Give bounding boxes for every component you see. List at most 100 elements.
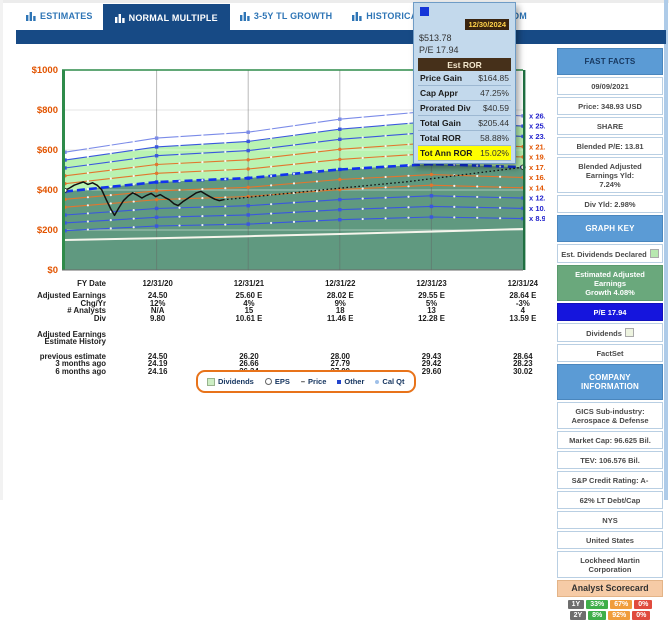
bar-chart-icon: [115, 14, 125, 23]
scorecard-badge: 8%: [588, 611, 606, 620]
svg-text:x 26.91: x 26.91: [529, 111, 545, 120]
company-info-tev: TEV: 106.576 Bil.: [557, 451, 663, 469]
tooltip-pe: P/E 17.94: [418, 44, 511, 56]
graph-key-est-dividends: Est. Dividends Declared: [557, 244, 663, 263]
table-row: # AnalystsN/A1518134: [0, 307, 575, 314]
svg-text:x 8.97: x 8.97: [529, 214, 545, 223]
tooltip-price: $513.78: [418, 32, 511, 44]
graph-key-earnings-growth: Estimated Adjusted Earnings Growth 4.08%: [557, 265, 663, 301]
scorecard-row: 2Y8%92%0%: [557, 610, 663, 621]
company-info-header: COMPANY INFORMATION: [557, 364, 663, 400]
table-row-label: 6 months ago: [0, 368, 112, 375]
company-info-country: United States: [557, 531, 663, 549]
tooltip-row: Prorated Div $40.59: [418, 101, 511, 116]
scorecard-badge: 67%: [610, 600, 632, 609]
tab-estimates[interactable]: ESTIMATES: [16, 4, 103, 27]
scrollbar[interactable]: [664, 0, 668, 500]
tooltip-date-badge: 12/30/2024: [465, 19, 509, 30]
calqt-dot-icon: [375, 380, 379, 384]
company-info-name: Lockheed Martin Corporation: [557, 551, 663, 578]
graph-key-dividends: Dividends: [557, 323, 663, 342]
fast-facts-div-yld: Div Yld: 2.98%: [557, 195, 663, 213]
blended-yield-line2: Earnings Yld:: [560, 171, 660, 180]
hover-point-marker-icon: [420, 7, 429, 16]
svg-text:$400: $400: [37, 185, 58, 196]
fast-facts-blended-pe: Blended P/E: 13.81: [557, 137, 663, 155]
table-row-label: Div: [0, 315, 112, 322]
dividends-swatch-icon: [207, 378, 215, 386]
est-dividends-label: Est. Dividends Declared: [561, 250, 646, 259]
tooltip-row-value: $164.85: [478, 73, 509, 83]
tab-normal-multiple[interactable]: NORMAL MULTIPLE: [103, 4, 230, 41]
table-cell: 12/31/20: [112, 280, 203, 287]
blended-yield-line1: Blended Adjusted: [560, 162, 660, 171]
table-row-label: FY Date: [0, 280, 112, 287]
svg-text:$600: $600: [37, 145, 58, 156]
legend-item-cal-qt[interactable]: Cal Qt: [375, 377, 404, 386]
gics-line2: Aerospace & Defense: [560, 416, 660, 425]
table-cell: 24.16: [112, 368, 203, 375]
company-info-market-cap: Market Cap: 96.625 Bil.: [557, 431, 663, 449]
chart-hover-tooltip: 12/30/2024 $513.78 P/E 17.94 Est ROR Pri…: [413, 2, 516, 164]
chart-legend: Dividends EPS –Price Other Cal Qt: [196, 370, 416, 393]
gics-line1: GICS Sub-industry:: [560, 407, 660, 416]
bar-chart-icon: [352, 12, 362, 21]
svg-text:$0: $0: [47, 265, 58, 276]
tooltip-row-value: 15.02%: [480, 148, 509, 158]
tooltip-row-label: Prorated Div: [420, 103, 471, 113]
dividends-label: Dividends: [586, 329, 622, 338]
tooltip-row-label: Tot Ann ROR: [420, 148, 472, 158]
table-cell: 11.46 E: [295, 315, 386, 322]
table-row: Div9.8010.61 E11.46 E12.28 E13.59 E: [0, 315, 575, 322]
tooltip-row-label: Total ROR: [420, 133, 461, 143]
table-row: FY Date12/31/2012/31/2112/31/2212/31/231…: [0, 280, 575, 287]
table-row-label: Estimate History: [0, 338, 112, 345]
dividends-swatch-icon: [625, 328, 634, 337]
scorecard-badge: 1Y: [568, 600, 585, 609]
sidebar: FAST FACTS 09/09/2021 Price: 348.93 USD …: [557, 48, 663, 621]
tab-label: ESTIMATES: [40, 11, 93, 21]
analyst-scorecard-rows: 1Y33%67%0%2Y8%92%0%: [557, 599, 663, 621]
fast-facts-share: SHARE: [557, 117, 663, 135]
svg-text:x 14.35: x 14.35: [529, 183, 545, 192]
fast-facts-blended-yield: Blended Adjusted Earnings Yld: 7.24%: [557, 157, 663, 193]
tooltip-row: Total ROR 58.88%: [418, 131, 511, 146]
svg-text:x 16.15: x 16.15: [529, 173, 545, 182]
svg-text:x 21.53: x 21.53: [529, 142, 545, 151]
window-edge-top: [0, 0, 669, 3]
svg-text:x 25.12: x 25.12: [529, 122, 545, 131]
company-info-credit-rating: S&P Credit Rating: A-: [557, 471, 663, 489]
svg-text:x 10.76: x 10.76: [529, 204, 545, 213]
table-row: Estimate History: [0, 338, 575, 345]
legend-item-label: Other: [344, 377, 364, 386]
scorecard-badge: 0%: [632, 611, 650, 620]
legend-item-label: Cal Qt: [382, 377, 404, 386]
earnings-growth-line2: Growth 4.08%: [560, 288, 660, 297]
graph-key-pe: P/E 17.94: [557, 303, 663, 321]
svg-text:x 19.73: x 19.73: [529, 153, 545, 162]
scorecard-row: 1Y33%67%0%: [557, 599, 663, 610]
other-dot-icon: [337, 380, 341, 384]
legend-item-dividends[interactable]: Dividends: [207, 377, 254, 386]
graph-key-header: GRAPH KEY: [557, 215, 663, 242]
company-info-gics: GICS Sub-industry: Aerospace & Defense: [557, 402, 663, 429]
legend-item-eps[interactable]: EPS: [265, 377, 290, 386]
scorecard-badge: 92%: [608, 611, 630, 620]
tooltip-row-label: Cap Appr: [420, 88, 458, 98]
tab-3-5y-tl-growth[interactable]: 3-5Y TL GROWTH: [230, 4, 342, 27]
legend-item-other[interactable]: Other: [337, 377, 364, 386]
tooltip-row-label: Price Gain: [420, 73, 462, 83]
table-cell: 12/31/24: [477, 280, 568, 287]
table-cell: 12/31/22: [295, 280, 386, 287]
scorecard-badge: 0%: [634, 600, 652, 609]
legend-item-label: Price: [308, 377, 326, 386]
legend-item-label: EPS: [275, 377, 290, 386]
fast-facts-date: 09/09/2021: [557, 77, 663, 95]
tooltip-row-value: $40.59: [483, 103, 509, 113]
tooltip-row-value: 58.88%: [480, 133, 509, 143]
legend-item-price[interactable]: –Price: [301, 377, 327, 386]
eps-circle-icon: [265, 378, 272, 385]
table-cell: 9.80: [112, 315, 203, 322]
tooltip-row: Price Gain $164.85: [418, 71, 511, 86]
svg-text:x 12.56: x 12.56: [529, 194, 545, 203]
